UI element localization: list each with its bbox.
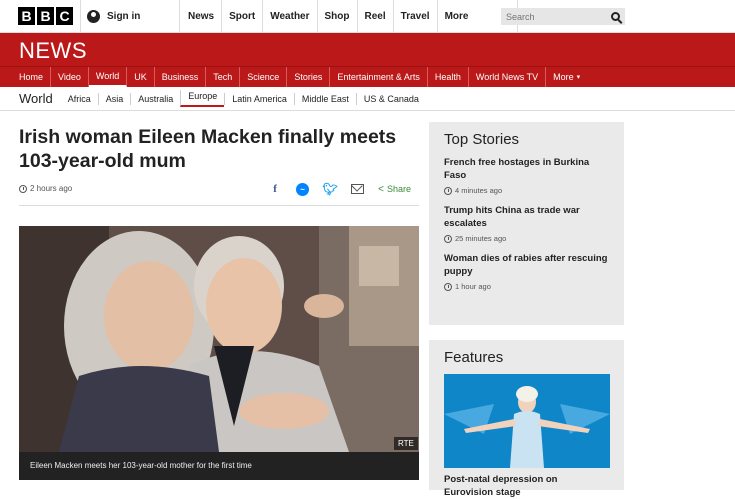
section-world-news-tv[interactable]: World News TV	[469, 67, 547, 87]
section-more-label: More	[553, 72, 574, 82]
top-nav-shop[interactable]: Shop	[318, 0, 358, 33]
story-title[interactable]: French free hostages in Burkina Faso	[444, 156, 609, 182]
photo-credit: RTE	[394, 437, 418, 450]
sign-in-label: Sign in	[107, 11, 141, 22]
photo-caption: Eileen Macken meets her 103-year-old mot…	[19, 452, 419, 480]
section-uk[interactable]: UK	[127, 67, 155, 87]
bbc-logo[interactable]: B B C	[18, 7, 73, 25]
top-nav-sport[interactable]: Sport	[222, 0, 264, 33]
section-video[interactable]: Video	[51, 67, 89, 87]
clock-icon	[444, 283, 452, 292]
clock-icon	[444, 235, 452, 244]
chevron-down-icon: ▾	[576, 74, 581, 81]
clock-icon	[444, 187, 452, 196]
section-tech[interactable]: Tech	[206, 67, 241, 87]
article-meta: 2 hours ago f ~ 🐦︎ < Share	[19, 180, 419, 206]
top-stories-panel: Top Stories French free hostages in Burk…	[429, 122, 624, 325]
logo-letter-b2: B	[37, 7, 54, 25]
feature-title[interactable]: Post-natal depression on Eurovision stag…	[444, 473, 609, 499]
story-item[interactable]: French free hostages in Burkina Faso 4 m…	[444, 156, 609, 196]
story-time: 25 minutes ago	[444, 234, 609, 244]
news-title[interactable]: NEWS	[19, 38, 87, 64]
search-input[interactable]	[506, 11, 601, 22]
article-headline: Irish woman Eileen Macken finally meets …	[19, 126, 397, 172]
sign-in-link[interactable]: Sign in	[80, 0, 180, 33]
logo-letter-c: C	[56, 7, 73, 25]
top-nav: News Sport Weather Shop Reel Travel More…	[181, 0, 518, 33]
section-more[interactable]: More ▾	[546, 67, 587, 87]
section-business[interactable]: Business	[155, 67, 207, 87]
section-health[interactable]: Health	[428, 67, 469, 87]
top-nav-weather[interactable]: Weather	[263, 0, 318, 33]
share-label: Share	[386, 184, 411, 194]
top-stories-title: Top Stories	[444, 131, 520, 148]
story-title[interactable]: Trump hits China as trade war escalates	[444, 204, 609, 230]
section-nav: Home Video World UK Business Tech Scienc…	[0, 66, 735, 87]
story-time-text: 25 minutes ago	[455, 234, 507, 244]
feature-image[interactable]	[444, 374, 610, 468]
story-time: 1 hour ago	[444, 282, 609, 292]
user-icon	[87, 10, 100, 23]
section-stories[interactable]: Stories	[287, 67, 331, 87]
logo-letter-b1: B	[18, 7, 35, 25]
clock-icon	[19, 184, 27, 193]
subnav-latin-america[interactable]: Latin America	[224, 92, 294, 105]
story-item[interactable]: Woman dies of rabies after rescuing pupp…	[444, 252, 609, 292]
share-tools: f ~ 🐦︎ < Share	[268, 182, 411, 196]
top-nav-travel[interactable]: Travel	[394, 0, 438, 33]
article-timestamp: 2 hours ago	[19, 184, 72, 193]
messenger-icon[interactable]: ~	[296, 182, 310, 196]
feature-illustration	[444, 374, 610, 468]
subnav-europe[interactable]: Europe	[180, 90, 225, 107]
article-time-text: 2 hours ago	[30, 184, 73, 193]
email-icon[interactable]	[351, 184, 365, 194]
features-title: Features	[444, 349, 504, 366]
subnav-australia[interactable]: Australia	[130, 92, 180, 105]
features-panel: Features Post-natal depression on Eurovi…	[429, 340, 624, 498]
story-title[interactable]: Woman dies of rabies after rescuing pupp…	[444, 252, 609, 278]
share-icon: <	[378, 183, 384, 195]
story-time-text: 4 minutes ago	[455, 186, 503, 195]
search-box[interactable]	[501, 8, 625, 25]
story-item[interactable]: Trump hits China as trade war escalates …	[444, 204, 609, 244]
subnav-africa[interactable]: Africa	[61, 93, 98, 105]
twitter-icon[interactable]: 🐦︎	[323, 182, 338, 196]
facebook-icon[interactable]: f	[268, 182, 282, 196]
story-time: 4 minutes ago	[444, 186, 609, 196]
news-banner: NEWS	[0, 33, 735, 66]
subnav-title[interactable]: World	[19, 91, 53, 106]
share-button[interactable]: < Share	[378, 184, 411, 195]
subnav-us-canada[interactable]: US & Canada	[355, 92, 426, 105]
top-bar: B B C Sign in News Sport Weather Shop Re…	[0, 0, 735, 33]
section-entertainment[interactable]: Entertainment & Arts	[330, 67, 428, 87]
photo-illustration	[19, 226, 419, 452]
sub-nav: World Africa Asia Australia Europe Latin…	[0, 87, 735, 111]
subnav-middle-east[interactable]: Middle East	[293, 92, 356, 105]
article-photo	[19, 226, 419, 452]
subnav-asia[interactable]: Asia	[97, 92, 131, 105]
section-home[interactable]: Home	[12, 67, 52, 87]
story-time-text: 1 hour ago	[455, 282, 491, 292]
section-world[interactable]: World	[88, 67, 128, 87]
top-nav-more-label: More	[444, 11, 469, 22]
section-science[interactable]: Science	[240, 67, 288, 87]
top-nav-news[interactable]: News	[181, 0, 223, 33]
top-nav-reel[interactable]: Reel	[358, 0, 394, 33]
search-icon[interactable]	[611, 12, 620, 21]
